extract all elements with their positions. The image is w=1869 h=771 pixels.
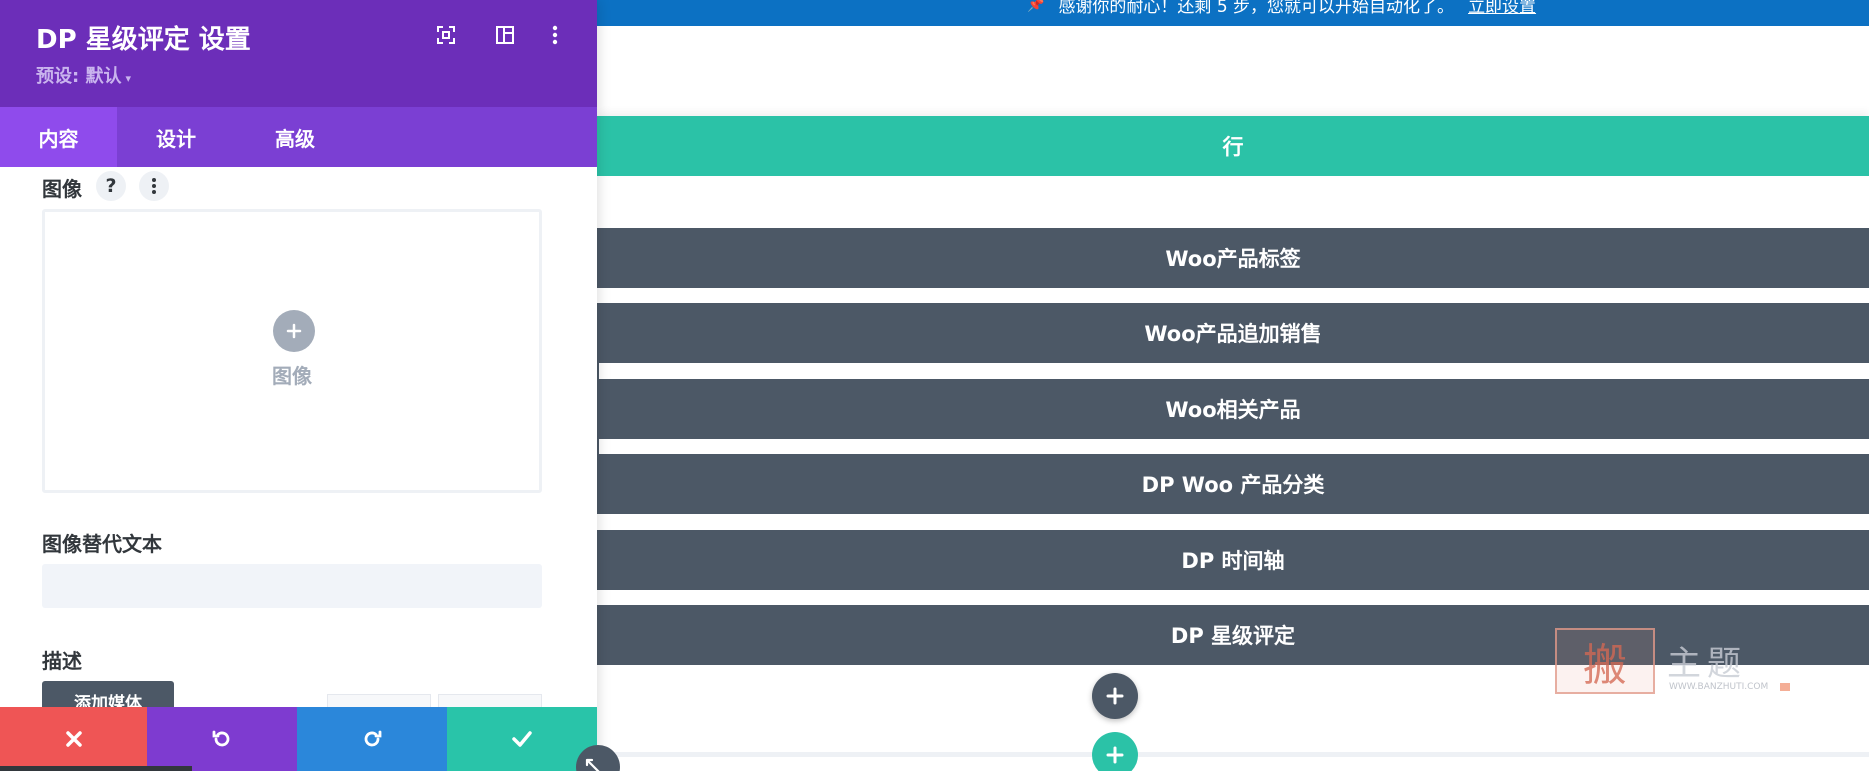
module-dp-timeline[interactable]: DP 时间轴 [597, 530, 1869, 590]
tab-design[interactable]: 设计 [117, 107, 235, 167]
alt-text-label: 图像替代文本 [42, 532, 162, 556]
caret-down-icon: ▾ [125, 72, 131, 85]
row-label: 行 [1222, 135, 1244, 159]
module-label: Woo相关产品 [1165, 398, 1301, 422]
module-woo-related-products[interactable]: Woo相关产品 [597, 379, 1869, 439]
alt-text-input[interactable] [42, 564, 542, 608]
plus-icon [1106, 746, 1124, 764]
plus-icon [1106, 687, 1124, 705]
module-woo-product-tags[interactable]: Woo产品标签 [597, 228, 1869, 288]
add-module-button[interactable] [1092, 673, 1138, 719]
image-field-label: 图像 [42, 173, 82, 202]
module-label: Woo产品标签 [1165, 247, 1301, 271]
editor-tab-visual[interactable] [327, 694, 431, 707]
more-vertical-icon[interactable] [543, 23, 567, 47]
redo-icon [364, 730, 382, 747]
upload-label: 图像 [272, 364, 312, 388]
module-woo-upsells[interactable]: Woo产品追加销售 [597, 303, 1869, 363]
notification-banner: 📌 感谢你的耐心！还剩 5 步，您就可以开始自动化了。 立即设置 [597, 0, 1869, 26]
preset-selector[interactable]: 预设: 默认 ▾ [36, 62, 131, 88]
watermark-logo: 搬 主题 WWW.BANZHUTI.COM [1553, 626, 1793, 696]
split-view-icon[interactable] [493, 23, 517, 47]
image-label-text: 图像 [42, 177, 82, 201]
focus-icon[interactable] [434, 23, 458, 47]
preset-label: 预设: 默认 [36, 66, 122, 87]
tab-advanced[interactable]: 高级 [235, 107, 355, 167]
panel-header: DP 星级评定 设置 预设: 默认 ▾ [0, 0, 597, 107]
image-upload-box[interactable]: 图像 [42, 209, 542, 493]
panel-body: 图像 ? 图像 图像替代文本 描述 添加媒体 [0, 167, 597, 707]
panel-footer [0, 707, 597, 771]
banner-text: 感谢你的耐心！还剩 5 步，您就可以开始自动化了。 [1058, 0, 1455, 17]
add-media-button[interactable]: 添加媒体 [42, 681, 174, 707]
check-icon [512, 731, 532, 747]
builder-screen: 📌 感谢你的耐心！还剩 5 步，您就可以开始自动化了。 立即设置 行 Woo产品… [0, 0, 1869, 771]
close-icon [65, 731, 82, 747]
more-vertical-icon [152, 178, 156, 194]
watermark-seal: 搬 [1555, 628, 1655, 694]
settings-panel: DP 星级评定 设置 预设: 默认 ▾ 内容 设计 高级 图像 ? 图像 图像替… [0, 0, 597, 771]
redo-button[interactable] [297, 707, 447, 771]
watermark-text: 主题 [1667, 644, 1747, 684]
module-label: DP 星级评定 [1170, 624, 1296, 648]
cancel-button[interactable] [0, 707, 147, 771]
save-button[interactable] [447, 707, 597, 771]
help-button[interactable]: ? [96, 171, 126, 201]
add-row-button[interactable] [1092, 732, 1138, 771]
status-strip [0, 766, 192, 771]
setup-link[interactable]: 立即设置 [1468, 0, 1536, 17]
watermark-url: WWW.BANZHUTI.COM [1669, 682, 1769, 692]
module-label: DP 时间轴 [1181, 549, 1285, 573]
module-label: Woo产品追加销售 [1144, 322, 1322, 346]
resize-icon [585, 758, 600, 771]
tab-label: 设计 [156, 126, 196, 151]
tab-label: 内容 [38, 126, 79, 151]
module-label: DP Woo 产品分类 [1141, 473, 1325, 497]
field-options-button[interactable] [139, 171, 169, 201]
row-bar[interactable]: 行 [597, 116, 1869, 176]
help-icon: ? [105, 175, 117, 197]
watermark-dot [1780, 683, 1790, 691]
tab-content[interactable]: 内容 [0, 107, 117, 167]
add-media-label: 添加媒体 [74, 693, 142, 708]
undo-icon [212, 730, 230, 747]
tab-label: 高级 [275, 126, 315, 151]
panel-tabs: 内容 设计 高级 [0, 107, 597, 167]
undo-button[interactable] [147, 707, 297, 771]
module-dp-woo-categories[interactable]: DP Woo 产品分类 [597, 454, 1869, 514]
upload-plus-icon[interactable] [273, 310, 315, 352]
description-label: 描述 [42, 649, 82, 673]
panel-title: DP 星级评定 设置 [36, 25, 251, 55]
editor-tab-text[interactable] [438, 694, 542, 707]
section-edge [597, 752, 1869, 757]
pin-icon: 📌 [1027, 0, 1045, 13]
